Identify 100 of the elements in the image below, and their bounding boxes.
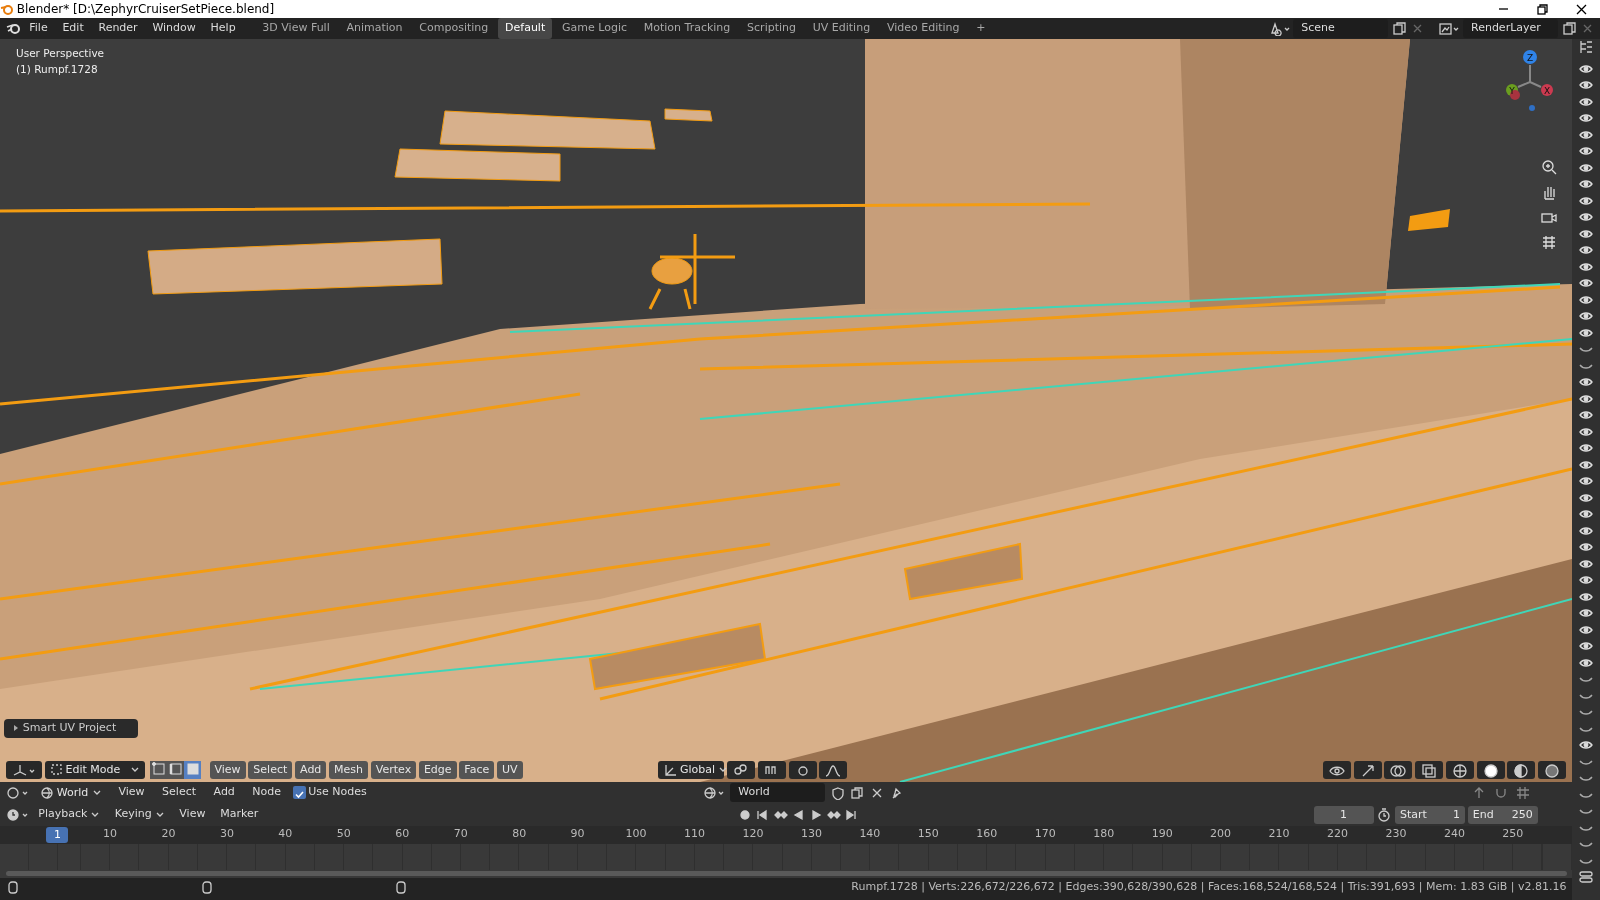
panel-title: Smart UV Project	[22, 719, 117, 736]
view-layer-field[interactable]: RenderLayer	[1463, 19, 1558, 38]
timeline-menu[interactable]: View	[173, 805, 212, 824]
floating-plate-drawing	[664, 108, 713, 121]
timeline-menu[interactable]: Marker	[214, 805, 265, 824]
workspace-tab[interactable]: Default	[498, 18, 553, 39]
xray-icon	[1420, 761, 1438, 778]
frame-number: 80	[511, 825, 528, 842]
add-workspace-button[interactable]: +	[969, 18, 993, 39]
frame-number: 200	[1209, 825, 1233, 842]
view-layer-icon[interactable]	[1438, 20, 1461, 36]
workspace-tab[interactable]: Compositing	[412, 18, 496, 39]
editor-type-menu[interactable]	[5, 807, 30, 822]
frame-number: 150	[916, 825, 940, 842]
world-browse-icon[interactable]	[702, 785, 725, 800]
frame-number: 50	[335, 825, 352, 842]
close-icon[interactable]	[1575, 2, 1588, 16]
solid-shading-icon	[1481, 761, 1500, 778]
rendered-shading-icon	[1543, 761, 1561, 778]
viewport-info-text: User Perspective	[16, 45, 105, 61]
frame-number: 240	[1442, 825, 1466, 842]
selected-part-drawing	[1408, 208, 1450, 231]
frame-number: 30	[218, 825, 235, 842]
timeline-menu[interactable]: Playback	[32, 805, 107, 824]
frame-number: 100	[624, 825, 648, 842]
grid-snap-icon[interactable]	[1515, 784, 1531, 801]
frame-number: 10	[102, 825, 118, 842]
timeline-menu[interactable]: Keying	[108, 805, 171, 824]
node-editor-icon	[5, 785, 30, 800]
use-nodes-checkbox[interactable]	[292, 786, 306, 799]
scrollbar-thumb[interactable]	[5, 871, 1567, 876]
header-menu[interactable]: Node	[246, 783, 288, 802]
pivot-icon	[732, 761, 750, 778]
workspace-tab[interactable]: Scripting	[740, 18, 803, 39]
workspace-tab[interactable]: Video Editing	[879, 18, 967, 39]
workspace-tab[interactable]: UV Editing	[805, 18, 878, 39]
end-frame-field[interactable]: End 250	[1467, 805, 1538, 824]
edit-mode-icon	[49, 763, 63, 776]
frame-number: 40	[277, 825, 294, 842]
axes-icon	[663, 762, 678, 777]
record-icon[interactable]	[737, 807, 753, 822]
clock-icon	[5, 807, 30, 822]
current-frame-field[interactable]: 1	[1313, 805, 1374, 824]
new-scene-icon[interactable]	[1391, 20, 1407, 36]
frame-number: 190	[1150, 825, 1174, 842]
frame-number: 250	[1501, 825, 1525, 842]
window-title: Blender* [D:\ZephyrCruiserSetPiece.blend]	[16, 1, 275, 18]
world-type-dropdown[interactable]: World	[35, 783, 107, 802]
menu-item[interactable]: Render	[92, 19, 144, 38]
workspace-tab[interactable]: Game Logic	[555, 18, 634, 39]
checkbox-label[interactable]: Use Nodes	[308, 784, 367, 801]
workspace-tab[interactable]: 3D View Full	[255, 18, 337, 39]
zoom-icon[interactable]	[1540, 157, 1558, 176]
status-text: Rumpf.1728 | Verts:226,672/226,672 | Edges:390,628/390,628 | Faces:168,524/168,524 | Tris:391,693 | Mem: 1.83 GiB | v2.81.16	[851, 879, 1567, 896]
frame-number: 130	[799, 825, 823, 842]
material-shading-icon	[1512, 761, 1531, 778]
frame-number: 110	[683, 825, 706, 842]
properties-toggle-icon[interactable]	[1578, 869, 1594, 885]
frame-number: 60	[394, 825, 411, 842]
scene-field[interactable]: Scene	[1293, 19, 1389, 38]
start-frame-field[interactable]: Start 1	[1395, 805, 1465, 824]
stopwatch-icon[interactable]	[1376, 806, 1393, 823]
frame-number: 220	[1326, 825, 1349, 842]
mouse-left-icon	[5, 880, 20, 895]
globe-icon	[40, 785, 54, 800]
frame-number: 120	[741, 825, 765, 842]
editor-type-menu[interactable]	[5, 785, 30, 800]
header-menu[interactable]: Add	[207, 783, 241, 802]
frame-number: 160	[975, 825, 999, 842]
header-menu[interactable]: View	[112, 783, 151, 802]
new-view-layer-icon[interactable]	[1560, 20, 1577, 36]
frame-number: 70	[452, 825, 469, 842]
frame-number: 20	[160, 825, 177, 842]
menu-item[interactable]: File	[23, 19, 54, 38]
scene-selector-icon[interactable]	[1268, 20, 1291, 36]
viewport-info-text: (1) Rumpf.1728	[16, 61, 99, 77]
mouse-middle-icon	[199, 880, 214, 895]
world-field[interactable]: World	[730, 783, 826, 802]
outliner-icon[interactable]	[1578, 38, 1594, 55]
restore-icon[interactable]	[1536, 2, 1549, 16]
header-menu[interactable]: Select	[156, 783, 203, 802]
view3d-icon	[11, 762, 37, 777]
frame-number: 140	[858, 825, 882, 842]
workspace-tab[interactable]: Motion Tracking	[636, 18, 738, 39]
menu-item[interactable]: Edit	[56, 19, 90, 38]
menu-item[interactable]: Help	[204, 19, 242, 38]
frame-number: 170	[1033, 825, 1057, 842]
playhead-frame[interactable]: 1	[46, 826, 69, 843]
workspace-tab[interactable]: Animation	[339, 18, 410, 39]
blender-logo-icon	[0, 2, 14, 16]
triangle-right-icon	[12, 723, 20, 733]
frame-number: 180	[1092, 825, 1116, 842]
menu-item[interactable]: Window	[146, 19, 202, 38]
frame-number: 210	[1267, 825, 1291, 842]
frame-number: 90	[569, 825, 586, 842]
copy-icon[interactable]	[850, 785, 865, 800]
wireframe-shading-icon	[1450, 761, 1469, 778]
frame-number: 230	[1384, 825, 1408, 842]
shield-icon[interactable]	[830, 785, 845, 800]
mouse-right-icon	[393, 880, 408, 895]
